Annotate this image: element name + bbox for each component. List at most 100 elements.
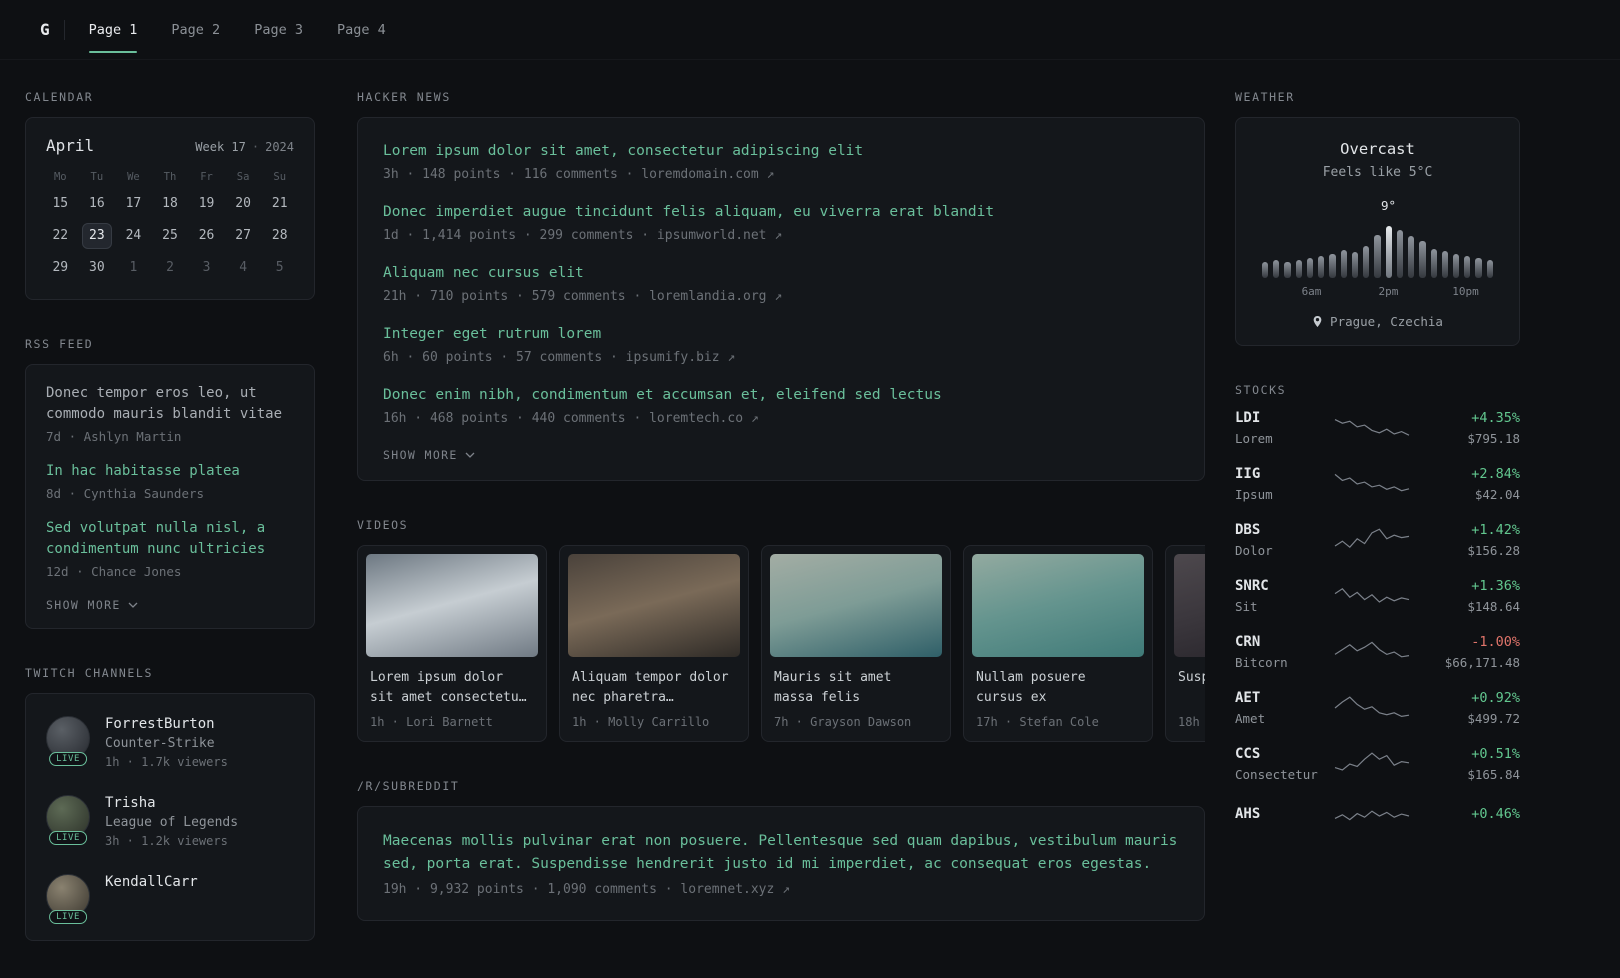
video-meta: 17h · Stefan Cole bbox=[976, 715, 1099, 730]
stock-price: $148.64 bbox=[1467, 599, 1520, 614]
rss-show-more-button[interactable]: SHOW MORE bbox=[46, 596, 138, 612]
video-title[interactable]: Suspendisse diam bbox=[1174, 668, 1205, 688]
calendar-day[interactable]: 22 bbox=[45, 223, 75, 249]
weather-hourly-chart[interactable]: 9° bbox=[1262, 198, 1493, 278]
videos-widget: VIDEOS Lorem ipsum dolor sit amet consec… bbox=[357, 518, 1205, 743]
calendar-day[interactable]: 18 bbox=[155, 191, 185, 217]
weather-widget: WEATHER Overcast Feels like 5°C 9° 6am 2p… bbox=[1235, 90, 1520, 346]
weather-card: Overcast Feels like 5°C 9° 6am 2pm 10pm Pr… bbox=[1235, 117, 1520, 346]
channel-name[interactable]: Trisha bbox=[105, 795, 238, 811]
location-pin-icon bbox=[1313, 316, 1322, 327]
stock-info: AHS bbox=[1235, 806, 1321, 827]
nav-tab[interactable]: Page 2 bbox=[171, 0, 220, 60]
calendar-day[interactable]: 19 bbox=[192, 191, 222, 217]
hn-item-title[interactable]: Donec enim nibh, condimentum et accumsan… bbox=[383, 385, 1179, 406]
video-card[interactable]: Mauris sit amet massa felis 7h · Grayson… bbox=[761, 545, 951, 743]
rss-item-title[interactable]: Donec tempor eros leo, ut commodo mauris… bbox=[46, 383, 294, 425]
hn-item-title[interactable]: Aliquam nec cursus elit bbox=[383, 263, 1179, 284]
stock-ticker: AHS bbox=[1235, 805, 1261, 822]
stock-change: +0.46% bbox=[1471, 805, 1520, 822]
stock-change: +4.35% bbox=[1471, 410, 1520, 426]
stock-row[interactable]: SNRC Sit +1.36% $148.64 bbox=[1235, 578, 1520, 614]
channel-name[interactable]: KendallCarr bbox=[105, 874, 198, 890]
calendar-day[interactable]: 27 bbox=[228, 223, 258, 249]
rss-widget: RSS FEED Donec tempor eros leo, ut commo… bbox=[25, 337, 315, 629]
video-title[interactable]: Aliquam tempor dolor nec pharetra… bbox=[568, 668, 740, 708]
nav-tab[interactable]: Page 1 bbox=[88, 0, 137, 60]
calendar-day[interactable]: 2 bbox=[155, 255, 185, 281]
stock-row[interactable]: CCS Consectetur +0.51% $165.84 bbox=[1235, 746, 1520, 782]
subreddit-post-title[interactable]: Maecenas mollis pulvinar erat non posuer… bbox=[383, 830, 1179, 875]
hackernews-show-more-button[interactable]: SHOW MORE bbox=[383, 446, 475, 462]
stock-values: +1.36% $148.64 bbox=[1422, 578, 1520, 614]
top-nav: G Page 1 Page 2 Page 3 Page 4 bbox=[0, 0, 1620, 60]
twitch-channel-list: LIVE ForrestBurton Counter-Strike 1h · 1… bbox=[46, 716, 294, 924]
calendar-day[interactable]: 20 bbox=[228, 191, 258, 217]
hn-item-title[interactable]: Integer eget rutrum lorem bbox=[383, 324, 1179, 345]
hn-item-meta: 21h · 710 points · 579 comments · loreml… bbox=[383, 289, 783, 305]
calendar-day[interactable]: 15 bbox=[45, 191, 75, 217]
nav-tab[interactable]: Page 3 bbox=[254, 0, 303, 60]
hn-item: Aliquam nec cursus elit 21h · 710 points… bbox=[383, 263, 1179, 304]
hn-item-title[interactable]: Donec imperdiet augue tincidunt felis al… bbox=[383, 202, 1179, 223]
video-card[interactable]: Aliquam tempor dolor nec pharetra… 1h · … bbox=[559, 545, 749, 743]
hn-item-title[interactable]: Lorem ipsum dolor sit amet, consectetur … bbox=[383, 141, 1179, 162]
weather-hour-bar bbox=[1363, 246, 1370, 278]
calendar-widget-title: CALENDAR bbox=[25, 90, 94, 104]
video-title[interactable]: Mauris sit amet massa felis bbox=[770, 668, 942, 708]
calendar-dow-label: Th bbox=[163, 171, 177, 183]
calendar-day[interactable]: 28 bbox=[265, 223, 295, 249]
calendar-dow-label: Fr bbox=[200, 171, 213, 183]
video-card[interactable]: Suspendisse diam 18h · Tara bbox=[1165, 545, 1205, 743]
stock-row[interactable]: CRN Bitcorn -1.00% $66,171.48 bbox=[1235, 634, 1520, 670]
channel-info: KendallCarr bbox=[105, 874, 198, 890]
calendar-day[interactable]: 1 bbox=[118, 255, 148, 281]
stock-list: LDI Lorem +4.35% $795.18 IIG Ipsum +2.84… bbox=[1235, 410, 1520, 830]
stock-ticker: LDI bbox=[1235, 410, 1261, 426]
calendar-day[interactable]: 17 bbox=[118, 191, 148, 217]
video-title[interactable]: Nullam posuere cursus ex bbox=[972, 668, 1144, 708]
stock-info: AET Amet bbox=[1235, 690, 1321, 726]
rss-item-title[interactable]: In hac habitasse platea bbox=[46, 461, 294, 482]
rss-item-title[interactable]: Sed volutpat nulla nisl, a condimentum n… bbox=[46, 518, 294, 560]
twitch-channel: LIVE Trisha League of Legends 3h · 1.2k … bbox=[46, 795, 294, 848]
channel-name[interactable]: ForrestBurton bbox=[105, 716, 228, 732]
video-title[interactable]: Lorem ipsum dolor sit amet consectetu… bbox=[366, 668, 538, 708]
calendar-day[interactable]: 25 bbox=[155, 223, 185, 249]
video-thumbnail bbox=[366, 554, 538, 658]
stock-values: -1.00% $66,171.48 bbox=[1422, 634, 1520, 670]
hackernews-widget-title: HACKER NEWS bbox=[357, 90, 451, 104]
video-card[interactable]: Lorem ipsum dolor sit amet consectetu… 1… bbox=[357, 545, 547, 743]
calendar-day[interactable]: 30 bbox=[82, 255, 112, 281]
weather-hour-bar bbox=[1329, 254, 1336, 278]
rss-item: Sed volutpat nulla nisl, a condimentum n… bbox=[46, 518, 294, 579]
separator-dot: · bbox=[251, 140, 260, 154]
calendar-day[interactable]: 21 bbox=[265, 191, 295, 217]
stock-row[interactable]: DBS Dolor +1.42% $156.28 bbox=[1235, 522, 1520, 558]
weather-location: Prague, Czechia bbox=[1330, 314, 1443, 329]
calendar-day[interactable]: 4 bbox=[228, 255, 258, 281]
video-meta: 18h · Tara bbox=[1178, 715, 1205, 730]
app-logo[interactable]: G bbox=[40, 20, 50, 39]
calendar-dow-label: We bbox=[127, 171, 140, 183]
stock-values: +0.92% $499.72 bbox=[1422, 690, 1520, 726]
stock-values: +4.35% $795.18 bbox=[1422, 410, 1520, 446]
stock-row[interactable]: AET Amet +0.92% $499.72 bbox=[1235, 690, 1520, 726]
calendar-day[interactable]: 26 bbox=[192, 223, 222, 249]
video-card[interactable]: Nullam posuere cursus ex 17h · Stefan Co… bbox=[963, 545, 1153, 743]
calendar-day[interactable]: 3 bbox=[192, 255, 222, 281]
stock-row[interactable]: AHS +0.46% bbox=[1235, 802, 1520, 830]
calendar-day[interactable]: 24 bbox=[118, 223, 148, 249]
weather-hour-bar bbox=[1486, 260, 1493, 278]
calendar-day[interactable]: 29 bbox=[45, 255, 75, 281]
stock-row[interactable]: LDI Lorem +4.35% $795.18 bbox=[1235, 410, 1520, 446]
hn-item-meta: 16h · 468 points · 440 comments · loremt… bbox=[383, 411, 759, 427]
calendar-day[interactable]: 23 bbox=[81, 223, 112, 249]
calendar-day[interactable]: 5 bbox=[265, 255, 295, 281]
channel-game: League of Legends bbox=[105, 815, 239, 830]
channel-game: Counter-Strike bbox=[105, 736, 215, 751]
calendar-day[interactable]: 16 bbox=[82, 191, 112, 217]
weather-temp-label: 9° bbox=[1380, 198, 1397, 213]
nav-tab[interactable]: Page 4 bbox=[337, 0, 386, 60]
stock-row[interactable]: IIG Ipsum +2.84% $42.04 bbox=[1235, 466, 1520, 502]
